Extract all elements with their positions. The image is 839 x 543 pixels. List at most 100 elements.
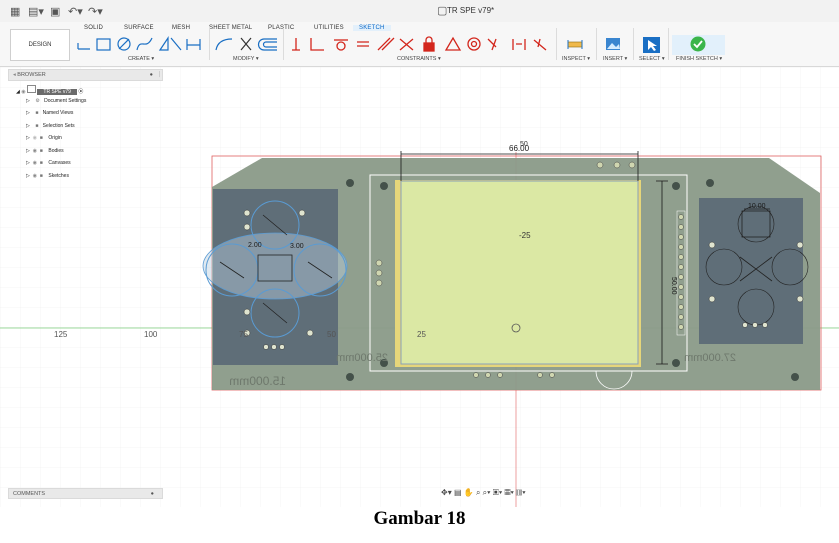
tab-solid[interactable]: SOLID — [84, 25, 103, 31]
coincident-constraint-icon[interactable] — [310, 38, 324, 51]
parallel-constraint-icon[interactable] — [377, 37, 395, 51]
tangent-constraint-icon[interactable] — [336, 41, 346, 51]
rectangle-tool-icon[interactable] — [96, 38, 111, 51]
tab-mesh[interactable]: MESH — [172, 25, 190, 31]
display-settings-icon[interactable]: ▣▾ — [493, 488, 502, 497]
midpoint-constraint-icon[interactable] — [487, 38, 497, 51]
circle-diameter-icon — [118, 38, 130, 50]
collapse-icon[interactable]: ◂ — [13, 72, 16, 78]
dimension-right-knob[interactable]: 10.00 — [748, 203, 766, 210]
comments-settings-icon[interactable]: ● — [151, 489, 154, 500]
zoom-icon[interactable]: ⌕ — [476, 488, 480, 497]
browser-root[interactable]: ◢ ◉ TR SPE v79 ⦿ — [16, 85, 83, 95]
fit-icon[interactable]: ⌕▾ — [483, 488, 491, 497]
browser-item-label: Sketches — [48, 173, 69, 179]
group-separator — [209, 28, 210, 60]
file-icon[interactable]: ▤▾ — [28, 5, 44, 18]
screen-area[interactable] — [400, 180, 639, 365]
fillet-tool-icon[interactable] — [215, 38, 233, 51]
look-at-icon[interactable]: ▤ — [454, 488, 462, 497]
triangle-tool-icon[interactable] — [158, 36, 182, 51]
browser-item-origin[interactable]: ▷ ◉ ■ Origin — [26, 135, 62, 141]
gear-icon: ⚙ — [35, 98, 40, 104]
browser-item-sketches[interactable]: ▷ ◉ ■ Sketches — [26, 173, 69, 179]
activate-radio-icon[interactable]: ⦿ — [78, 89, 83, 95]
folder-icon: ■ — [39, 173, 43, 179]
comments-panel[interactable]: COMMENTS ● — [8, 488, 163, 499]
expand-arrow-icon[interactable]: ▷ — [26, 110, 30, 116]
browser-header[interactable]: ◂ BROWSER ● ⏐ — [8, 69, 163, 81]
spline-tool-icon[interactable] — [136, 37, 153, 51]
expand-arrow-icon[interactable]: ▷ — [26, 98, 30, 104]
tab-utilities[interactable]: UTILITIES — [314, 25, 344, 31]
concentric-constraint-icon[interactable] — [467, 37, 481, 51]
line-tool-icon[interactable] — [77, 43, 90, 50]
finish-sketch-icon[interactable] — [672, 35, 725, 55]
expand-arrow-icon[interactable]: ▷ — [26, 173, 30, 179]
dimension-left-b[interactable]: 3.00 — [290, 243, 304, 250]
tab-sheet-metal[interactable]: SHEET METAL — [209, 25, 252, 31]
expand-arrow-icon[interactable]: ▷ — [26, 135, 30, 141]
panel-settings-icon[interactable]: ● — [150, 70, 153, 80]
triangle-constraint-icon[interactable] — [444, 36, 462, 51]
constraints-menu[interactable]: CONSTRAINTS ▾ — [397, 56, 441, 62]
insert-menu[interactable]: INSERT ▾ — [603, 56, 627, 62]
equal-constraint-icon[interactable] — [357, 41, 369, 47]
trim-tool-icon[interactable] — [240, 37, 252, 51]
save-icon[interactable]: ▣ — [50, 5, 60, 18]
curvature-constraint-icon[interactable] — [533, 38, 547, 51]
grid-settings-icon[interactable]: ▦▾ — [504, 488, 513, 497]
comments-label: COMMENTS — [13, 491, 46, 497]
dimension-mid: -25 — [519, 231, 531, 240]
axis-label: 75 — [239, 330, 248, 339]
grid-menu-icon[interactable]: ▦ — [10, 5, 20, 18]
folder-icon: ■ — [39, 160, 43, 166]
panel-pin-icon[interactable]: ⏐ — [158, 70, 161, 80]
create-menu[interactable]: CREATE ▾ — [128, 56, 154, 62]
inspect-icon[interactable] — [567, 40, 583, 49]
finish-sketch-button[interactable]: FINISH SKETCH ▾ — [676, 56, 722, 62]
pan-icon[interactable]: ✋ — [464, 488, 474, 497]
browser-item-canvases[interactable]: ▷ ◉ ■ Canvases — [26, 160, 71, 166]
eye-icon[interactable]: ◉ — [21, 89, 25, 95]
expand-arrow-icon[interactable]: ▷ — [26, 148, 30, 154]
offset-curve-icon[interactable] — [257, 38, 278, 51]
undo-icon[interactable]: ↶▾ — [68, 5, 83, 18]
figure-caption: Gambar 18 — [373, 508, 466, 529]
select-menu[interactable]: SELECT ▾ — [639, 56, 665, 62]
tab-plastic[interactable]: PLASTIC — [268, 25, 294, 31]
root-component-label[interactable]: TR SPE v79 — [37, 89, 77, 95]
expand-arrow-icon[interactable]: ▷ — [26, 160, 30, 166]
redo-icon[interactable]: ↷▾ — [88, 5, 103, 18]
collapse-arrow-icon[interactable]: ◢ — [16, 89, 20, 95]
inspect-menu[interactable]: INSPECT ▾ — [562, 56, 590, 62]
browser-item-named-views[interactable]: ▷ ■ Named Views — [26, 110, 73, 116]
eye-hidden-icon[interactable]: ◉ — [33, 135, 37, 141]
offset-tool-icon[interactable] — [186, 39, 201, 50]
browser-item-bodies[interactable]: ▷ ◉ ■ Bodies — [26, 148, 64, 154]
fix-constraint-icon[interactable] — [292, 38, 300, 51]
select-icon[interactable] — [643, 37, 660, 53]
modify-menu[interactable]: MODIFY ▾ — [233, 56, 259, 62]
expand-arrow-icon[interactable]: ▷ — [26, 123, 30, 129]
dimension-right[interactable]: 50.00 — [670, 277, 677, 295]
axis-label: 125 — [54, 330, 68, 339]
orbit-icon[interactable]: ✥▾ — [441, 488, 452, 497]
browser-item-document-settings[interactable]: ▷ ⚙ Document Settings — [26, 98, 86, 104]
tab-surface[interactable]: SURFACE — [124, 25, 154, 31]
ribbon-icons — [77, 35, 725, 55]
eye-icon[interactable]: ◉ — [33, 173, 37, 179]
tab-sketch[interactable]: SKETCH — [353, 25, 391, 31]
folder-icon: ■ — [35, 110, 39, 116]
insert-image-icon[interactable] — [606, 38, 620, 50]
dimension-left-a[interactable]: 2.00 — [248, 242, 262, 249]
lock-icon[interactable] — [423, 42, 435, 52]
browser-item-selection-sets[interactable]: ▷ ■ Selection Sets — [26, 123, 75, 129]
symmetry-constraint-icon[interactable] — [512, 39, 526, 50]
viewports-icon[interactable]: ▥▾ — [516, 488, 525, 497]
perpendicular-constraint-icon[interactable] — [399, 38, 414, 51]
eye-icon[interactable]: ◉ — [33, 160, 37, 166]
folder-icon: ■ — [39, 148, 43, 154]
lock-shackle — [425, 36, 433, 43]
eye-icon[interactable]: ◉ — [33, 148, 37, 154]
